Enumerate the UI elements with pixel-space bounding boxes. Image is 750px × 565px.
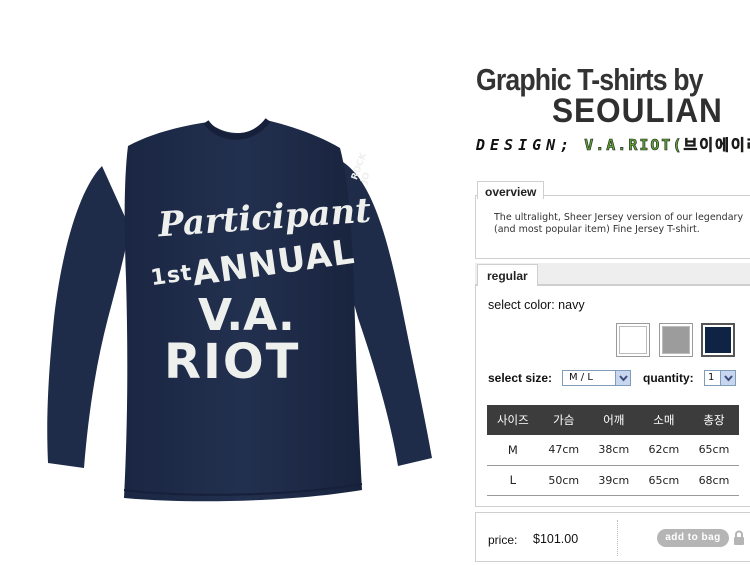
size-chart-cell: 62cm [638, 435, 689, 466]
print-annual-sup: 1st [149, 260, 195, 292]
size-chart-header: 총장 [688, 405, 739, 435]
quantity-dropdown-value: 1 [708, 372, 715, 383]
brand-name: SEOULIAN [552, 92, 723, 130]
designer-name: V.A.RIOT(브이에이라 [584, 136, 750, 155]
size-chart-cell: 47cm [538, 435, 589, 466]
size-chart-cell: 68cm [688, 465, 739, 496]
size-chart-header-row: 사이즈 가슴 어깨 소매 총장 [487, 405, 739, 435]
price-label: price: [488, 533, 518, 547]
tab-regular[interactable]: regular [477, 264, 538, 286]
add-to-bag-button[interactable]: add to bag [657, 529, 729, 547]
price-divider [617, 520, 618, 556]
table-row: M 47cm 38cm 62cm 65cm [487, 435, 739, 466]
size-chart-cell: 38cm [588, 435, 639, 466]
quantity-dropdown[interactable]: 1 [704, 370, 736, 386]
design-credit: DESIGN; V.A.RIOT(브이에이라 [476, 134, 750, 156]
size-dropdown[interactable]: M / L [562, 370, 631, 386]
size-chart-cell: L [487, 465, 539, 496]
select-color-label: select color: navy [488, 298, 585, 312]
size-chart-header: 어깨 [588, 405, 639, 435]
product-image: Participant 1stANNUAL V.A. RIOT ROCK JO [40, 118, 440, 508]
chevron-down-icon[interactable] [720, 371, 735, 385]
lock-icon [733, 530, 745, 546]
size-chart-table: 사이즈 가슴 어깨 소매 총장 M 47cm 38cm 62cm 65cm L … [487, 405, 739, 496]
size-chart-cell: M [487, 435, 539, 466]
left-sleeve [47, 166, 130, 468]
tab-overview[interactable]: overview [477, 181, 545, 199]
size-chart-cell: 39cm [588, 465, 639, 496]
color-swatch-grey[interactable] [659, 323, 693, 357]
price-value: $101.00 [533, 532, 579, 546]
size-chart-header: 사이즈 [487, 405, 539, 435]
size-chart-cell: 65cm [688, 435, 739, 466]
table-row: L 50cm 39cm 65cm 68cm [487, 465, 739, 496]
select-size-label: select size: [488, 371, 553, 385]
chevron-down-icon[interactable] [615, 371, 630, 385]
color-swatch-white[interactable] [616, 323, 650, 357]
size-dropdown-value: M / L [569, 372, 593, 383]
design-label: DESIGN; [476, 136, 575, 154]
quantity-label: quantity: [643, 371, 694, 385]
size-chart-header: 소매 [638, 405, 689, 435]
overview-description: The ultralight, Sheer Jersey version of … [494, 212, 744, 235]
color-swatch-navy[interactable] [701, 323, 735, 357]
size-chart-header: 가슴 [538, 405, 589, 435]
size-chart-cell: 50cm [538, 465, 589, 496]
size-chart-cell: 65cm [638, 465, 689, 496]
print-riot: RIOT [164, 334, 301, 390]
